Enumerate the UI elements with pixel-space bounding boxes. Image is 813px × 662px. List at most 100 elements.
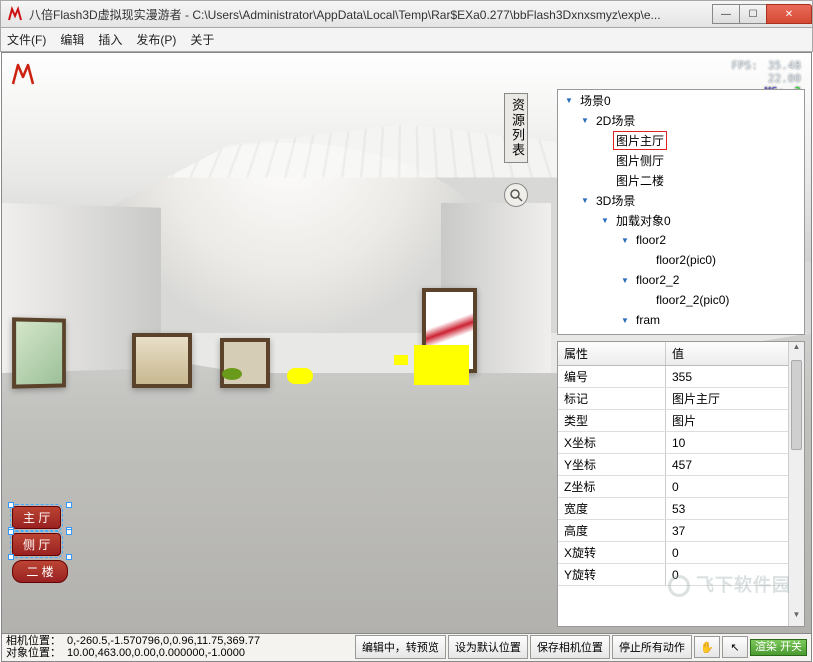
cursor-icon: ↖ [730, 641, 739, 654]
tree-node[interactable]: floor2_2(pic0) [558, 290, 804, 310]
property-value[interactable]: 0 [666, 478, 804, 496]
property-row[interactable]: Z坐标0 [558, 476, 804, 498]
property-row[interactable]: X坐标10 [558, 432, 804, 454]
tree-node-label[interactable]: 图片主厅 [613, 131, 667, 150]
titlebar: 八倍Flash3D虚拟现实漫游者 - C:\Users\Administrato… [0, 0, 813, 28]
property-value[interactable]: 图片主厅 [666, 388, 804, 409]
property-row[interactable]: 类型图片 [558, 410, 804, 432]
expand-arrow-icon[interactable] [620, 275, 630, 285]
expand-arrow-icon[interactable] [564, 95, 574, 105]
expand-arrow-icon[interactable] [600, 215, 610, 225]
menubar: 文件(F) 编辑 插入 发布(P) 关于 [0, 28, 813, 52]
nav-button-wrap: 二 楼 [12, 560, 68, 583]
window-title: 八倍Flash3D虚拟现实漫游者 - C:\Users\Administrato… [29, 6, 713, 23]
property-value[interactable]: 457 [666, 456, 804, 474]
tree-node-label[interactable]: 场景0 [577, 92, 614, 109]
painting[interactable] [12, 317, 66, 388]
property-row[interactable]: 标记图片主厅 [558, 388, 804, 410]
app-logo [10, 61, 36, 87]
zoom-button[interactable] [504, 183, 528, 207]
property-key: Y旋转 [558, 564, 666, 585]
property-row[interactable]: 高度37 [558, 520, 804, 542]
property-key: Z坐标 [558, 476, 666, 497]
tree-node[interactable]: 2D场景 [558, 110, 804, 130]
property-value[interactable]: 355 [666, 368, 804, 386]
property-row[interactable]: Y旋转0 [558, 564, 804, 586]
property-row[interactable]: Y坐标457 [558, 454, 804, 476]
toggle-preview-button[interactable]: 编辑中，转预览 [355, 635, 446, 659]
tree-node[interactable]: 加载对象0 [558, 210, 804, 230]
properties-panel: 属性 值 编号355标记图片主厅类型图片X坐标10Y坐标457Z坐标0宽度53高… [557, 341, 805, 627]
resize-handle[interactable] [66, 502, 72, 508]
tree-node[interactable]: 图片侧厅 [558, 150, 804, 170]
property-value[interactable]: 10 [666, 434, 804, 452]
painting[interactable] [220, 338, 270, 388]
camera-pos-value: 0,-260.5,-1.570796,0,0.96,11.75,369.77 [67, 635, 260, 647]
property-value[interactable]: 图片 [666, 410, 804, 431]
tree-node[interactable]: 场景0 [558, 90, 804, 110]
resize-handle[interactable] [8, 502, 14, 508]
save-camera-pos-button[interactable]: 保存相机位置 [530, 635, 610, 659]
tree-node-label[interactable]: 2D场景 [593, 112, 638, 129]
tree-node[interactable]: 图片主厅 [558, 130, 804, 150]
tree-node[interactable]: 3D场景 [558, 190, 804, 210]
stat-fps-value: 35.48 [768, 59, 801, 72]
render-toggle-button[interactable]: 渲染 开关 [750, 639, 807, 656]
close-button[interactable]: ✕ [766, 4, 812, 24]
property-value[interactable]: 0 [666, 544, 804, 562]
properties-header: 属性 值 [558, 342, 804, 366]
property-key: 宽度 [558, 498, 666, 519]
painting[interactable] [132, 333, 192, 388]
tree-node-label[interactable]: floor2(pic0) [653, 253, 719, 267]
nav-button-side-hall[interactable]: 侧 厅 [12, 533, 61, 556]
tree-node[interactable]: floor2(pic0) [558, 250, 804, 270]
stop-all-actions-button[interactable]: 停止所有动作 [612, 635, 692, 659]
property-row[interactable]: X旋转0 [558, 542, 804, 564]
tree-node-label[interactable]: floor2_2 [633, 273, 682, 287]
set-default-pos-button[interactable]: 设为默认位置 [448, 635, 528, 659]
scene-tree[interactable]: 场景0 2D场景图片主厅图片侧厅图片二楼 3D场景加载对象0 floor2 floor2… [558, 90, 804, 330]
minimize-button[interactable]: — [712, 4, 740, 24]
menu-about[interactable]: 关于 [190, 31, 214, 48]
tree-node-label[interactable]: 加载对象0 [613, 212, 674, 229]
scroll-down-icon[interactable]: ▼ [789, 610, 804, 626]
resize-handle[interactable] [66, 529, 72, 535]
tree-node[interactable]: fram [558, 310, 804, 330]
nav-button-second-floor[interactable]: 二 楼 [12, 560, 68, 583]
cursor-tool-button[interactable]: ↖ [722, 636, 748, 658]
expand-arrow-icon[interactable] [580, 195, 590, 205]
property-value[interactable]: 37 [666, 522, 804, 540]
property-row[interactable]: 宽度53 [558, 498, 804, 520]
menu-insert[interactable]: 插入 [98, 31, 122, 48]
tree-node-label[interactable]: 图片侧厅 [613, 152, 667, 169]
tree-node-label[interactable]: fram [633, 313, 663, 327]
tree-node-label[interactable]: floor2_2(pic0) [653, 293, 732, 307]
tree-node-label[interactable]: floor2 [633, 233, 669, 247]
menu-edit[interactable]: 编辑 [60, 31, 84, 48]
tree-node[interactable]: 图片二楼 [558, 170, 804, 190]
resize-handle[interactable] [8, 529, 14, 535]
expand-arrow-icon[interactable] [580, 115, 590, 125]
property-value[interactable]: 53 [666, 500, 804, 518]
property-row[interactable]: 编号355 [558, 366, 804, 388]
hand-tool-button[interactable]: ✋ [694, 636, 720, 658]
property-value[interactable]: 0 [666, 566, 804, 584]
maximize-button[interactable]: ☐ [739, 4, 767, 24]
properties-scrollbar[interactable]: ▲ ▼ [788, 342, 804, 626]
viewport[interactable]: FPS:35.48 22.00 MS:2 MEM:27.9 DRW:80 TRI… [1, 52, 812, 634]
menu-file[interactable]: 文件(F) [7, 31, 46, 48]
tree-node-label[interactable]: 3D场景 [593, 192, 638, 209]
expand-arrow-icon[interactable] [620, 235, 630, 245]
tree-node[interactable]: floor2 [558, 230, 804, 250]
scroll-up-icon[interactable]: ▲ [789, 342, 804, 358]
property-key: X旋转 [558, 542, 666, 563]
nav-button-main-hall[interactable]: 主 厅 [12, 506, 61, 529]
resource-list-tab[interactable]: 资源列表 [504, 93, 528, 163]
tree-node[interactable]: floor2_2 [558, 270, 804, 290]
property-key: X坐标 [558, 432, 666, 453]
expand-arrow-icon[interactable] [620, 315, 630, 325]
menu-publish[interactable]: 发布(P) [136, 31, 176, 48]
magnifier-icon [509, 188, 523, 202]
scroll-thumb[interactable] [791, 360, 802, 450]
tree-node-label[interactable]: 图片二楼 [613, 172, 667, 189]
